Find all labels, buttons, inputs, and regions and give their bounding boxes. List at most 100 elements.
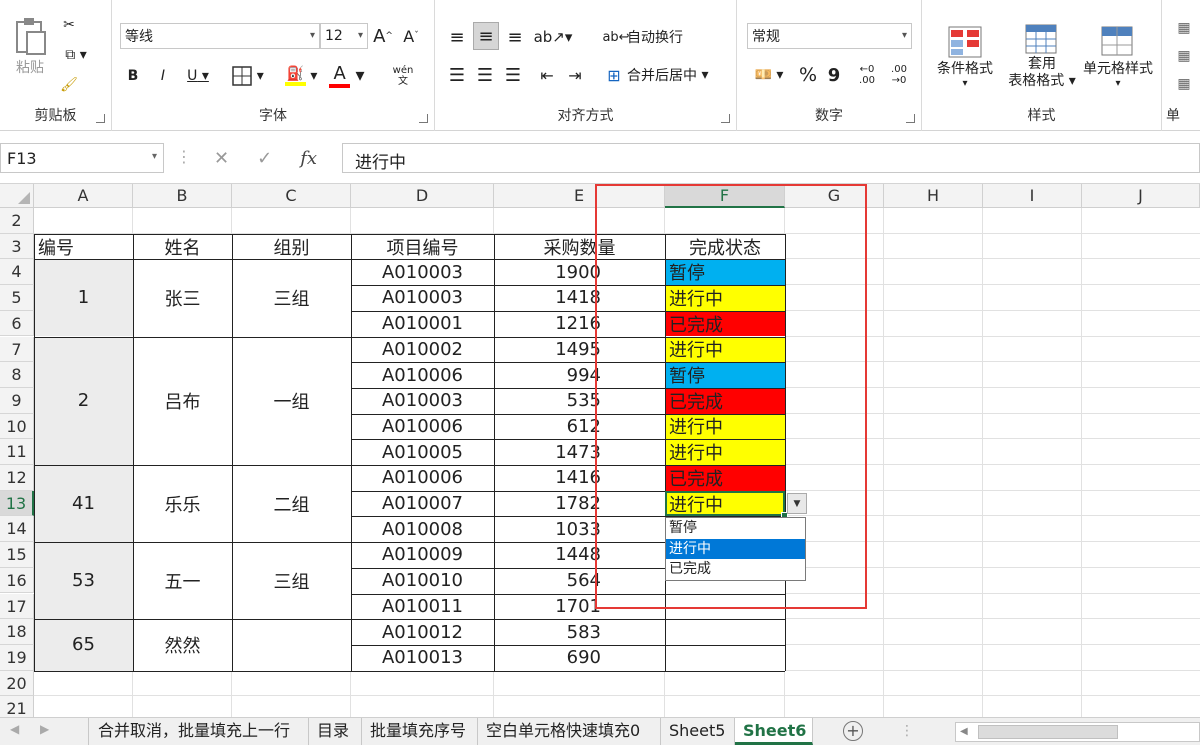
row-header-19[interactable]: 19 [0,644,34,671]
row-header-5[interactable]: 5 [0,285,34,311]
quantity-cell[interactable]: 1900 [494,259,665,285]
project-code-cell[interactable]: A010012 [351,619,494,645]
align-center-icon[interactable]: ☰ [473,62,497,88]
align-bottom-icon[interactable]: ≡ [503,24,527,50]
dropdown-option[interactable]: 已完成 [666,559,805,580]
wrap-text-button[interactable]: 自动换行 [627,24,707,50]
quantity-cell[interactable]: 690 [494,645,665,671]
italic-button[interactable]: I [152,64,174,88]
header-cell-e[interactable]: 采购数量 [494,234,665,260]
format-as-table-button[interactable]: 套用 表格格式 ▾ [1002,12,1082,102]
merge-center-icon[interactable]: ⊞ [603,62,625,88]
row-header-4[interactable]: 4 [0,259,34,286]
header-cell-d[interactable]: 项目编号 [351,234,494,260]
row-header-14[interactable]: 14 [0,516,34,543]
group-id-cell[interactable]: 53 [34,542,133,619]
fill-color-button[interactable]: ⛽ ▾ [280,62,322,90]
quantity-cell[interactable]: 535 [494,388,665,414]
column-header-b[interactable]: B [133,184,232,208]
project-code-cell[interactable]: A010007 [351,491,494,517]
row-header-12[interactable]: 12 [0,465,34,491]
add-sheet-button[interactable]: + [843,721,863,741]
group-id-cell[interactable]: 1 [34,259,133,336]
quantity-cell[interactable]: 1448 [494,542,665,568]
number-launcher-icon[interactable] [906,114,915,123]
sheet-tab[interactable]: 批量填充序号 [362,718,478,745]
row-header-17[interactable]: 17 [0,593,34,620]
status-cell[interactable] [665,619,785,645]
group-name-cell[interactable]: 吕布 [133,337,232,466]
row-header-6[interactable]: 6 [0,310,34,337]
project-code-cell[interactable]: A010010 [351,568,494,594]
project-code-cell[interactable]: A010001 [351,311,494,337]
name-box[interactable]: F13 ▾ [0,143,164,173]
status-cell[interactable]: 进行中 [665,285,785,311]
cancel-icon[interactable]: ✕ [214,148,229,169]
conditional-format-button[interactable]: 条件格式 ▾ [930,12,1000,102]
align-middle-icon[interactable]: ≡ [473,22,499,50]
quantity-cell[interactable]: 1495 [494,337,665,363]
sheet-tab[interactable]: 空白单元格快速填充0 [478,718,661,745]
column-header-c[interactable]: C [232,184,351,208]
project-code-cell[interactable]: A010006 [351,362,494,388]
borders-button[interactable]: ▾ [228,64,268,88]
status-cell[interactable]: 已完成 [665,311,785,337]
column-header-a[interactable]: A [34,184,133,208]
orientation-icon[interactable]: ab↗▾ [534,24,573,50]
phonetic-button[interactable]: wén 文 [378,62,428,90]
column-header-j[interactable]: J [1082,184,1200,208]
header-cell-c[interactable]: 组别 [232,234,351,260]
quantity-cell[interactable]: 612 [494,414,665,440]
decrease-indent-icon[interactable]: ⇤ [535,62,559,88]
column-header-h[interactable]: H [884,184,983,208]
cell-styles-button[interactable]: 单元格样式 ▾ [1078,12,1158,102]
quantity-cell[interactable]: 1473 [494,439,665,465]
row-header-8[interactable]: 8 [0,362,34,388]
row-header-13[interactable]: 13 [0,490,34,517]
project-code-cell[interactable]: A010013 [351,645,494,671]
paste-button[interactable] [10,14,50,58]
header-cell-f[interactable]: 完成状态 [665,234,785,260]
row-header-15[interactable]: 15 [0,542,34,568]
quantity-cell[interactable]: 1416 [494,465,665,491]
row-header-9[interactable]: 9 [0,387,34,414]
status-cell[interactable]: 进行中 [665,439,785,465]
prev-sheet-icon[interactable]: ◀ [10,722,19,736]
quantity-cell[interactable]: 1418 [494,285,665,311]
group-team-cell[interactable]: 三组 [232,542,351,619]
format-painter-icon[interactable]: 🖌 [58,74,80,96]
number-format-select[interactable]: 常规 ▾ [747,23,912,49]
status-cell[interactable]: 已完成 [665,388,785,414]
group-id-cell[interactable]: 65 [34,619,133,670]
project-code-cell[interactable]: A010002 [351,337,494,363]
increase-decimal-button[interactable]: ←0 .00 [853,60,881,90]
worksheet-grid[interactable]: A B C D E F G H I J 2 3 4 5 6 7 8 9 10 11 12 13 14 15 16 17 18 19 20… [0,184,1200,722]
dropdown-arrow-button[interactable]: ▼ [787,492,807,514]
project-code-cell[interactable]: A010006 [351,465,494,491]
sheet-tab[interactable]: 目录 [309,718,362,745]
align-left-icon[interactable]: ☰ [445,62,469,88]
group-id-cell[interactable]: 2 [34,337,133,466]
row-header-16[interactable]: 16 [0,567,34,594]
header-cell-b[interactable]: 姓名 [133,234,232,260]
font-launcher-icon[interactable] [419,114,428,123]
sheet-tab[interactable]: Sheet6 [735,718,813,745]
sheet-tab[interactable]: 合并取消，批量填充上一行 [90,718,309,745]
insert-function-icon[interactable]: fx [300,148,317,169]
row-header-11[interactable]: 11 [0,439,34,465]
project-code-cell[interactable]: A010011 [351,594,494,620]
project-code-cell[interactable]: A010008 [351,516,494,542]
row-header-2[interactable]: 2 [0,208,34,234]
status-cell[interactable]: 暂停 [665,259,785,285]
group-team-cell[interactable]: 二组 [232,465,351,542]
column-header-e[interactable]: E [494,184,665,208]
status-cell[interactable]: 暂停 [665,362,785,388]
status-cell[interactable]: 进行中 [665,337,785,363]
align-right-icon[interactable]: ☰ [501,62,525,88]
header-cell-a[interactable]: 编号 [34,234,133,260]
underline-button[interactable]: U ▾ [180,64,216,88]
format-cells-icon[interactable]: ▦ [1172,72,1196,96]
row-header-20[interactable]: 20 [0,670,34,697]
quantity-cell[interactable]: 994 [494,362,665,388]
paste-label[interactable]: 粘贴 [10,58,50,76]
